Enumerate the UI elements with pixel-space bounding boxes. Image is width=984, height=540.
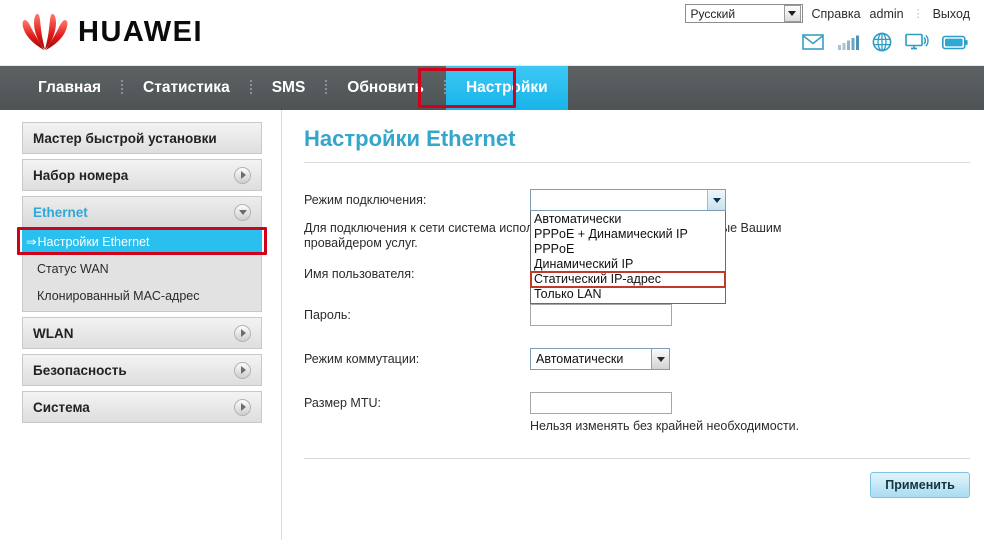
- sidebar-group-dialup: Набор номера: [22, 159, 262, 191]
- dropdown-option-pppoe-dynamic[interactable]: PPPoE + Динамический IP: [531, 227, 725, 242]
- router-admin-page: HUAWEI Русский Справка admin ⋮ Выход Гла…: [0, 0, 984, 540]
- globe-icon: [872, 32, 892, 52]
- sidebar-submenu-ethernet: ⇒ Настройки Ethernet Статус WAN Клониров…: [22, 228, 262, 312]
- dropdown-option-lan-only[interactable]: Только LAN: [531, 287, 725, 302]
- chevron-right-icon[interactable]: [234, 166, 251, 184]
- header-separator: ⋮: [912, 8, 924, 20]
- sidebar-item-dialup[interactable]: Набор номера: [22, 159, 262, 191]
- connection-mode-select[interactable]: [530, 189, 726, 211]
- nav-item-home[interactable]: Главная: [18, 66, 121, 110]
- logout-link[interactable]: Выход: [933, 7, 970, 21]
- dropdown-option-static-ip[interactable]: Статический IP-адрес: [530, 271, 726, 288]
- sidebar-item-label: Ethernet: [33, 204, 88, 220]
- form-row-mtu: Размер MTU: Нельзя изменять без крайней …: [304, 392, 970, 433]
- form-row-switch-mode: Режим коммутации: Автоматически: [304, 348, 970, 370]
- chevron-right-icon[interactable]: [234, 398, 251, 416]
- switch-mode-select[interactable]: Автоматически: [530, 348, 670, 370]
- password-field: [530, 304, 672, 326]
- form-actions: Применить: [870, 472, 970, 498]
- sidebar-item-label: Мастер быстрой установки: [33, 130, 217, 146]
- mtu-label: Размер MTU:: [304, 396, 381, 410]
- chevron-down-icon[interactable]: [651, 349, 669, 369]
- main-navigation: Главная Статистика SMS Обновить Настройк…: [0, 66, 984, 110]
- sidebar-item-label: WLAN: [33, 325, 74, 341]
- user-link[interactable]: admin: [870, 7, 904, 21]
- sidebar-item-quick-setup[interactable]: Мастер быстрой установки: [22, 122, 262, 154]
- page-title: Настройки Ethernet: [304, 126, 516, 151]
- language-value: Русский: [690, 6, 736, 21]
- form-footer-divider: [304, 458, 970, 459]
- sidebar-item-label: Система: [33, 399, 90, 415]
- chevron-right-icon[interactable]: [234, 361, 251, 379]
- title-divider: [304, 162, 970, 163]
- mtu-input[interactable]: [530, 392, 672, 414]
- chevron-down-icon[interactable]: [234, 203, 251, 221]
- sidebar-item-security[interactable]: Безопасность: [22, 354, 262, 386]
- chevron-right-icon[interactable]: [234, 324, 251, 342]
- page-body: Мастер быстрой установки Набор номера Et…: [0, 110, 984, 540]
- switch-mode-value: Автоматически: [536, 352, 624, 366]
- nav-item-settings[interactable]: Настройки: [445, 66, 568, 110]
- chevron-down-icon[interactable]: [707, 190, 725, 210]
- status-icon-group: [802, 32, 968, 52]
- brand-logo: HUAWEI: [22, 12, 203, 52]
- connection-mode-field: Автоматически PPPoE + Динамический IP PP…: [530, 189, 726, 304]
- apply-button[interactable]: Применить: [870, 472, 970, 498]
- sidebar-item-ethernet-settings[interactable]: ⇒ Настройки Ethernet: [22, 228, 262, 255]
- connection-mode-label: Режим подключения:: [304, 193, 427, 207]
- sidebar-item-ethernet[interactable]: Ethernet: [22, 196, 262, 228]
- switch-mode-field: Автоматически: [530, 348, 670, 370]
- header-utility-bar: Русский Справка admin ⋮ Выход: [684, 4, 970, 23]
- sidebar-group-system: Система: [22, 391, 262, 423]
- password-input[interactable]: [530, 304, 672, 326]
- sidebar: Мастер быстрой установки Набор номера Et…: [0, 110, 282, 540]
- chevron-down-icon[interactable]: [783, 5, 801, 22]
- switch-mode-label: Режим коммутации:: [304, 352, 420, 366]
- sidebar-item-label: Клонированный MAC-адрес: [37, 288, 200, 303]
- sidebar-item-label: Настройки Ethernet: [37, 234, 150, 249]
- connection-mode-dropdown[interactable]: Автоматически PPPoE + Динамический IP PP…: [530, 211, 726, 304]
- sidebar-item-label: Безопасность: [33, 362, 127, 378]
- monitor-wifi-icon: [905, 33, 929, 50]
- sidebar-group-ethernet: Ethernet ⇒ Настройки Ethernet Статус WAN…: [17, 196, 267, 312]
- sidebar-item-system[interactable]: Система: [22, 391, 262, 423]
- sidebar-group-security: Безопасность: [22, 354, 262, 386]
- nav-item-statistics[interactable]: Статистика: [123, 66, 250, 110]
- password-label: Пароль:: [304, 308, 351, 322]
- sidebar-group-quick-setup: Мастер быстрой установки: [22, 122, 262, 154]
- sidebar-item-wlan[interactable]: WLAN: [22, 317, 262, 349]
- language-select[interactable]: Русский: [684, 4, 803, 23]
- nav-separator: [249, 80, 252, 96]
- nav-separator: [325, 80, 328, 96]
- sidebar-group-wlan: WLAN: [22, 317, 262, 349]
- sidebar-item-label: Набор номера: [33, 167, 129, 183]
- form-row-password: Пароль:: [304, 304, 970, 326]
- nav-item-sms[interactable]: SMS: [252, 66, 326, 110]
- sidebar-item-wan-status[interactable]: Статус WAN: [23, 255, 261, 282]
- nav-separator: [443, 80, 446, 96]
- battery-icon: [942, 35, 968, 49]
- sidebar-item-label: Статус WAN: [37, 261, 109, 276]
- signal-bars-icon: [838, 35, 859, 50]
- page-header: HUAWEI Русский Справка admin ⋮ Выход: [0, 0, 984, 66]
- mtu-field: Нельзя изменять без крайней необходимост…: [530, 392, 799, 433]
- dropdown-option-pppoe[interactable]: PPPoE: [531, 242, 725, 257]
- sidebar-item-mac-clone[interactable]: Клонированный MAC-адрес: [23, 282, 261, 309]
- dropdown-option-dynamic-ip[interactable]: Динамический IP: [531, 257, 725, 272]
- main-content: Настройки Ethernet Режим подключения: Ав…: [282, 110, 984, 540]
- envelope-icon: [802, 34, 824, 50]
- form-row-connection-mode: Режим подключения: Автоматически PPPoE +…: [304, 189, 970, 304]
- nav-separator: [121, 80, 124, 96]
- username-label: Имя пользователя:: [304, 267, 415, 281]
- arrow-right-icon: ⇒: [26, 235, 37, 249]
- dropdown-option-auto[interactable]: Автоматически: [531, 212, 725, 227]
- mtu-hint: Нельзя изменять без крайней необходимост…: [530, 419, 800, 433]
- help-link[interactable]: Справка: [812, 7, 861, 21]
- nav-item-update[interactable]: Обновить: [327, 66, 444, 110]
- huawei-flower-logo: [22, 13, 68, 51]
- brand-name: HUAWEI: [78, 15, 203, 48]
